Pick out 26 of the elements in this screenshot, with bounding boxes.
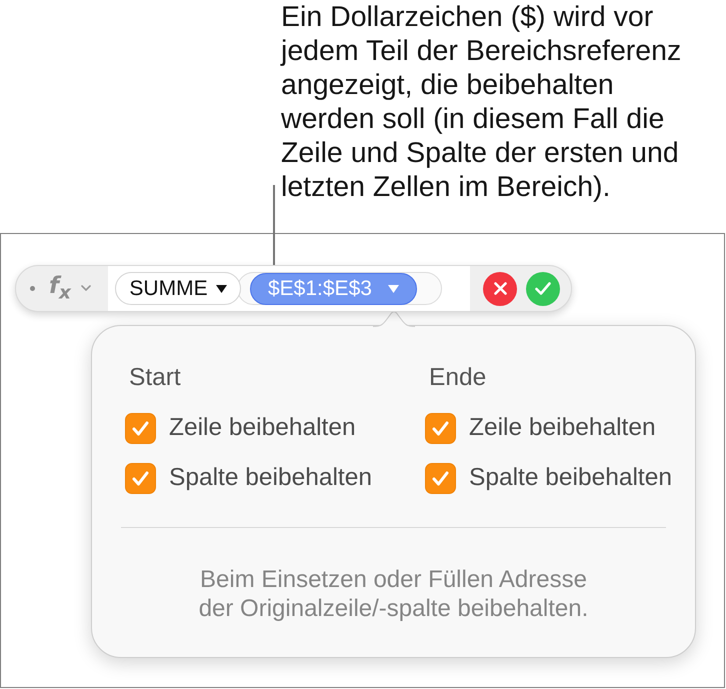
checkbox[interactable] <box>425 462 456 494</box>
close-icon <box>494 282 506 295</box>
checkmark-icon <box>432 420 449 436</box>
checkbox-label: Zeile beibehalten <box>469 413 656 443</box>
accept-button[interactable] <box>526 272 560 306</box>
checkbox-label: Zeile beibehalten <box>169 413 356 443</box>
function-token[interactable]: SUMME <box>115 272 241 305</box>
formula-field[interactable]: SUMME $E$1:$E$3 <box>108 266 470 311</box>
column-heading: Start <box>129 364 181 392</box>
checkmark-icon <box>132 420 149 436</box>
checkbox[interactable] <box>125 412 156 444</box>
checkbox-label: Spalte beibehalten <box>469 463 672 493</box>
note-text: Beim Einsetzen oder Füllen Adresse der Originalzeile/-spalte beibehalten. <box>198 565 588 623</box>
checkbox[interactable] <box>125 462 156 494</box>
checkmark-icon <box>132 470 149 486</box>
dot-icon <box>30 286 35 291</box>
checkbox-label: Spalte beibehalten <box>169 463 372 493</box>
cancel-button[interactable] <box>483 272 517 306</box>
callout-text: Ein Dollarzeichen ($) wird vor jedem Teil der Bereichsreferenz angezeigt, die beibehalten werden soll (in diesem Fall die Zeile und Spalte der ersten und letzten Zellen im Bereich). <box>281 0 682 204</box>
check-icon <box>535 282 551 295</box>
checkmark-icon <box>432 470 449 486</box>
column-heading: Ende <box>429 364 486 392</box>
chevron-icon <box>80 285 91 292</box>
caret-icon <box>216 284 227 292</box>
checkbox[interactable] <box>425 412 456 444</box>
caret-icon <box>388 284 399 292</box>
